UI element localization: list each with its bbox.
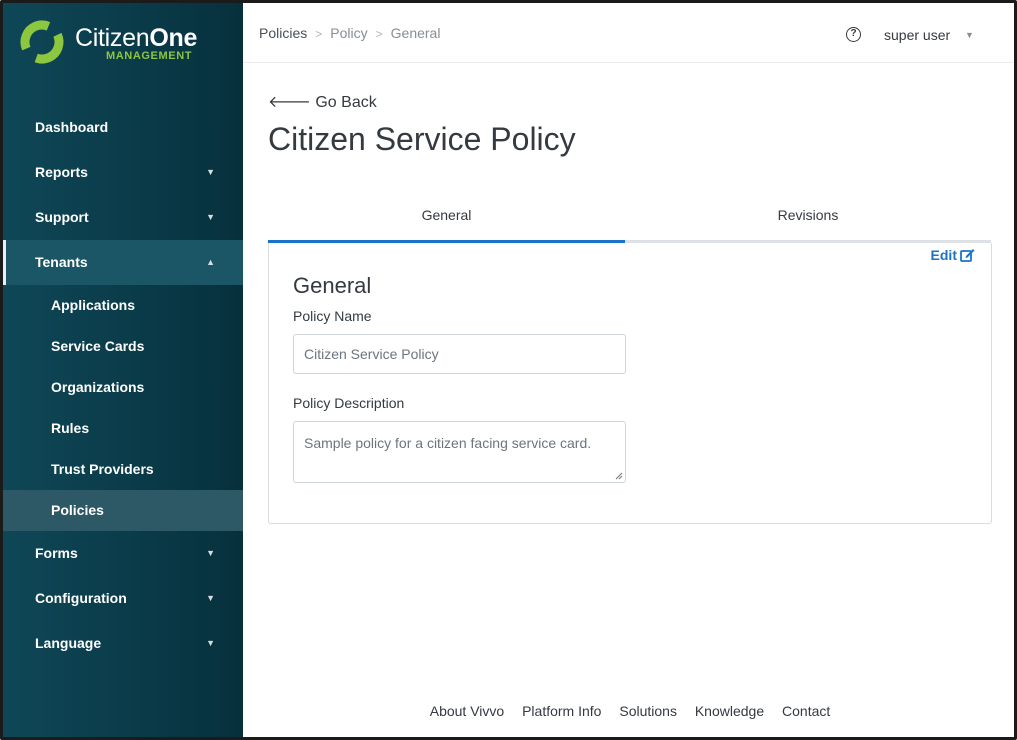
sidebar-item-label: Configuration [35, 590, 127, 606]
brand-name-regular: Citizen [75, 24, 150, 52]
brand-subtitle: MANAGEMENT [106, 50, 193, 62]
footer-link-platform-info[interactable]: Platform Info [522, 703, 601, 719]
sidebar-item-label: Dashboard [35, 119, 109, 135]
sidebar-item-reports[interactable]: Reports ▼ [3, 150, 243, 195]
policy-description-label: Policy Description [293, 395, 405, 411]
caret-down-icon: ▼ [206, 638, 215, 648]
sidebar-subitem-service-cards[interactable]: Service Cards [3, 326, 243, 367]
sidebar-item-support[interactable]: Support ▼ [3, 195, 243, 240]
tab-revisions[interactable]: Revisions [625, 200, 991, 243]
tab-bar: General Revisions [268, 200, 991, 243]
edit-button[interactable]: Edit [931, 247, 975, 263]
caret-down-icon[interactable]: ▼ [965, 30, 974, 40]
go-back-label: Go Back [315, 94, 377, 111]
sidebar-subitem-applications[interactable]: Applications [3, 285, 243, 326]
brand-name: CitizenOne [75, 24, 197, 52]
caret-down-icon: ▼ [206, 212, 215, 222]
sidebar-item-label: Language [35, 635, 102, 651]
policy-name-label: Policy Name [293, 308, 372, 324]
caret-up-icon: ▲ [206, 257, 215, 267]
user-menu[interactable]: super user [884, 27, 950, 43]
general-card: Edit General Policy Name Citizen Service… [268, 243, 992, 524]
go-back-link[interactable]: 🡐 Go Back [268, 91, 377, 112]
footer-link-about-vivvo[interactable]: About Vivvo [430, 703, 504, 719]
footer-link-knowledge[interactable]: Knowledge [695, 703, 764, 719]
sidebar-item-tenants[interactable]: Tenants ▲ [3, 240, 243, 285]
chevron-right-icon: > [375, 27, 383, 41]
sidebar-subitem-policies[interactable]: Policies [3, 490, 243, 531]
sidebar-item-dashboard[interactable]: Dashboard [3, 105, 243, 150]
sidebar-item-configuration[interactable]: Configuration ▼ [3, 576, 243, 621]
edit-icon [960, 249, 975, 262]
tab-general[interactable]: General [268, 200, 625, 243]
sidebar-item-label: Forms [35, 545, 78, 561]
sidebar-subitem-organizations[interactable]: Organizations [3, 367, 243, 408]
app-window: CitizenOne MANAGEMENT Dashboard Reports … [0, 0, 1017, 740]
resize-grip-icon[interactable] [615, 472, 623, 480]
arrow-left-icon: 🡐 [268, 94, 311, 111]
breadcrumb: Policies > Policy > General [259, 25, 440, 41]
footer-link-contact[interactable]: Contact [782, 703, 830, 719]
caret-down-icon: ▼ [206, 593, 215, 603]
sidebar-item-label: Tenants [35, 254, 88, 270]
sidebar-subitem-rules[interactable]: Rules [3, 408, 243, 449]
page-title: Citizen Service Policy [268, 121, 576, 157]
section-title: General [293, 273, 372, 298]
policy-description-value: Sample policy for a citizen facing servi… [304, 435, 592, 451]
brand-logo[interactable]: CitizenOne MANAGEMENT [18, 18, 218, 68]
caret-down-icon: ▼ [206, 548, 215, 558]
footer: About Vivvo Platform Info Solutions Know… [243, 703, 1014, 719]
chevron-right-icon: > [315, 27, 323, 41]
question-circle-icon[interactable]: ? [846, 27, 861, 42]
sidebar-item-language[interactable]: Language ▼ [3, 621, 243, 666]
sidebar-item-label: Reports [35, 164, 88, 180]
footer-link-solutions[interactable]: Solutions [619, 703, 677, 719]
caret-down-icon: ▼ [206, 167, 215, 177]
citizenone-logo-icon [20, 20, 64, 64]
top-header: Policies > Policy > General ? super user ▼ [243, 3, 1014, 63]
policy-description-field[interactable]: Sample policy for a citizen facing servi… [293, 421, 626, 483]
edit-label: Edit [930, 247, 957, 263]
breadcrumb-item-policy[interactable]: Policy [330, 25, 367, 41]
sidebar-item-forms[interactable]: Forms ▼ [3, 531, 243, 576]
sidebar-subitem-trust-providers[interactable]: Trust Providers [3, 449, 243, 490]
breadcrumb-item-general: General [390, 25, 441, 41]
breadcrumb-item-policies[interactable]: Policies [259, 25, 307, 41]
sidebar-item-label: Support [35, 209, 89, 225]
brand-name-bold: One [149, 24, 198, 52]
sidebar-nav: Dashboard Reports ▼ Support ▼ Tenants ▲ … [3, 105, 243, 666]
sidebar: CitizenOne MANAGEMENT Dashboard Reports … [3, 3, 243, 737]
policy-name-field[interactable]: Citizen Service Policy [293, 334, 626, 374]
